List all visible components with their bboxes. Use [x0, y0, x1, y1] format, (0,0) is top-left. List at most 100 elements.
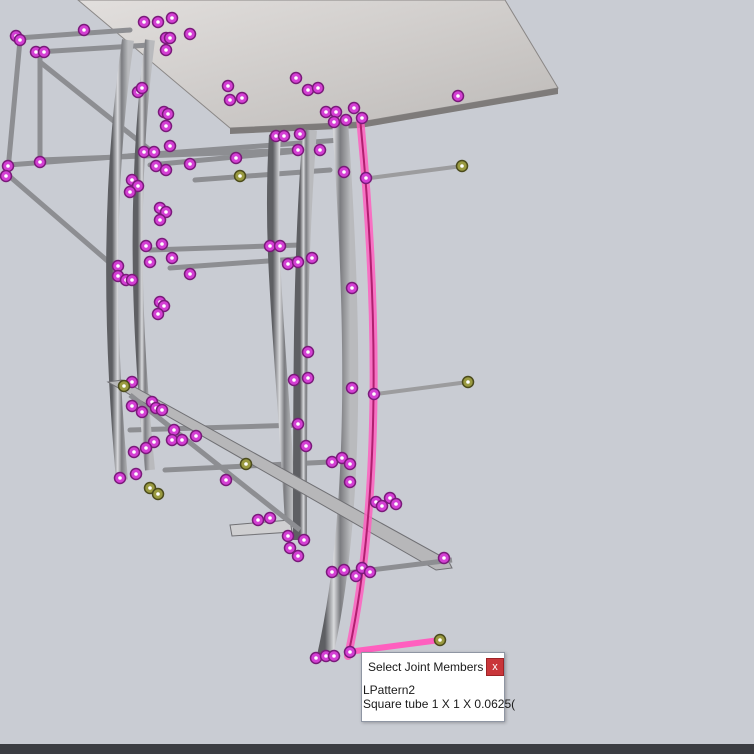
- joint-marker-center: [164, 210, 168, 214]
- joint-marker-center: [140, 86, 144, 90]
- joint-marker-center: [292, 378, 296, 382]
- joint-marker-center: [456, 94, 460, 98]
- joint-marker-center: [330, 570, 334, 574]
- joint-marker-center: [364, 176, 368, 180]
- joint-marker-center: [238, 174, 242, 178]
- joint-marker-center: [172, 428, 176, 432]
- joint-marker-center: [128, 190, 132, 194]
- joint-marker-center: [160, 242, 164, 246]
- close-button[interactable]: x: [486, 658, 504, 676]
- joint-marker-center: [166, 112, 170, 116]
- joint-marker-center: [18, 38, 22, 42]
- joint-marker-center: [286, 262, 290, 266]
- joint-marker-center: [130, 404, 134, 408]
- joint-marker-center: [394, 502, 398, 506]
- joint-marker-center: [152, 150, 156, 154]
- joint-marker-center: [170, 16, 174, 20]
- joint-marker-center: [354, 574, 358, 578]
- joint-marker-center: [162, 304, 166, 308]
- joint-marker-center: [324, 654, 328, 658]
- joint-marker-center: [130, 178, 134, 182]
- joint-marker-center: [228, 98, 232, 102]
- joint-marker-center: [82, 28, 86, 32]
- joint-marker-center: [158, 218, 162, 222]
- joint-marker-center: [118, 476, 122, 480]
- joint-marker-center: [360, 566, 364, 570]
- joint-marker-center: [116, 274, 120, 278]
- joint-marker-center: [188, 162, 192, 166]
- joint-marker-center: [180, 438, 184, 442]
- joint-marker-center: [310, 256, 314, 260]
- joint-marker-center: [348, 650, 352, 654]
- joint-marker-center: [334, 110, 338, 114]
- joint-marker-center: [34, 50, 38, 54]
- joint-marker-center: [296, 260, 300, 264]
- joint-marker-center: [156, 312, 160, 316]
- joint-marker-center: [388, 496, 392, 500]
- joint-marker-center: [256, 518, 260, 522]
- joint-marker-center: [372, 392, 376, 396]
- 3d-viewport[interactable]: [0, 0, 754, 744]
- joint-marker-center: [442, 556, 446, 560]
- joint-marker-center: [168, 36, 172, 40]
- joint-marker-center: [152, 440, 156, 444]
- joint-marker-center: [116, 264, 120, 268]
- joint-marker-center: [460, 164, 464, 168]
- joint-marker-center: [314, 656, 318, 660]
- joint-marker-center: [164, 168, 168, 172]
- outrigger-rods[interactable]: [368, 164, 470, 396]
- joint-marker-center: [350, 386, 354, 390]
- joint-marker-center: [286, 534, 290, 538]
- joint-marker-center: [344, 118, 348, 122]
- joint-marker-center: [168, 144, 172, 148]
- joint-marker-center: [352, 106, 356, 110]
- joint-marker-center: [332, 120, 336, 124]
- joint-marker-center: [188, 272, 192, 276]
- joint-marker-center: [278, 244, 282, 248]
- joint-marker-center: [298, 132, 302, 136]
- joint-marker-center: [42, 50, 46, 54]
- joint-marker-center: [194, 434, 198, 438]
- joint-marker-center: [296, 422, 300, 426]
- joint-marker-center: [296, 148, 300, 152]
- joint-marker-center: [340, 456, 344, 460]
- joint-marker-center: [348, 480, 352, 484]
- selected-pattern-label: LPattern2: [363, 683, 416, 697]
- joint-marker-center: [134, 472, 138, 476]
- joint-marker-center: [188, 32, 192, 36]
- joint-marker-center: [268, 516, 272, 520]
- joint-marker-center: [164, 48, 168, 52]
- select-joint-members-popup: Select Joint Members x LPattern2 Square …: [361, 652, 515, 722]
- joint-marker-center: [226, 84, 230, 88]
- joint-marker-center: [170, 256, 174, 260]
- joint-marker-center: [132, 450, 136, 454]
- joint-marker-center: [154, 164, 158, 168]
- joint-marker-center: [294, 76, 298, 80]
- joint-marker-center: [240, 96, 244, 100]
- joint-marker-center: [140, 410, 144, 414]
- joint-marker-center: [164, 124, 168, 128]
- joint-marker-center: [342, 170, 346, 174]
- joint-marker-center: [244, 462, 248, 466]
- joint-marker-center: [324, 110, 328, 114]
- joint-marker-center: [380, 504, 384, 508]
- joint-marker-center: [6, 164, 10, 168]
- joint-marker-center: [348, 462, 352, 466]
- joint-marker-center: [296, 554, 300, 558]
- joint-marker-center: [342, 568, 346, 572]
- joint-marker-center: [130, 278, 134, 282]
- joint-marker-center: [306, 88, 310, 92]
- joint-marker-center: [282, 134, 286, 138]
- joint-marker-center: [38, 160, 42, 164]
- joint-marker-center: [142, 150, 146, 154]
- joint-marker-center: [170, 438, 174, 442]
- joint-marker-center: [156, 20, 160, 24]
- joint-marker-center: [148, 486, 152, 490]
- popup-title: Select Joint Members: [368, 660, 484, 674]
- joint-marker-center: [306, 350, 310, 354]
- joint-marker-center: [156, 492, 160, 496]
- joint-marker-center: [332, 654, 336, 658]
- joint-marker-center: [144, 446, 148, 450]
- joint-marker-center: [160, 408, 164, 412]
- joint-marker-center: [304, 444, 308, 448]
